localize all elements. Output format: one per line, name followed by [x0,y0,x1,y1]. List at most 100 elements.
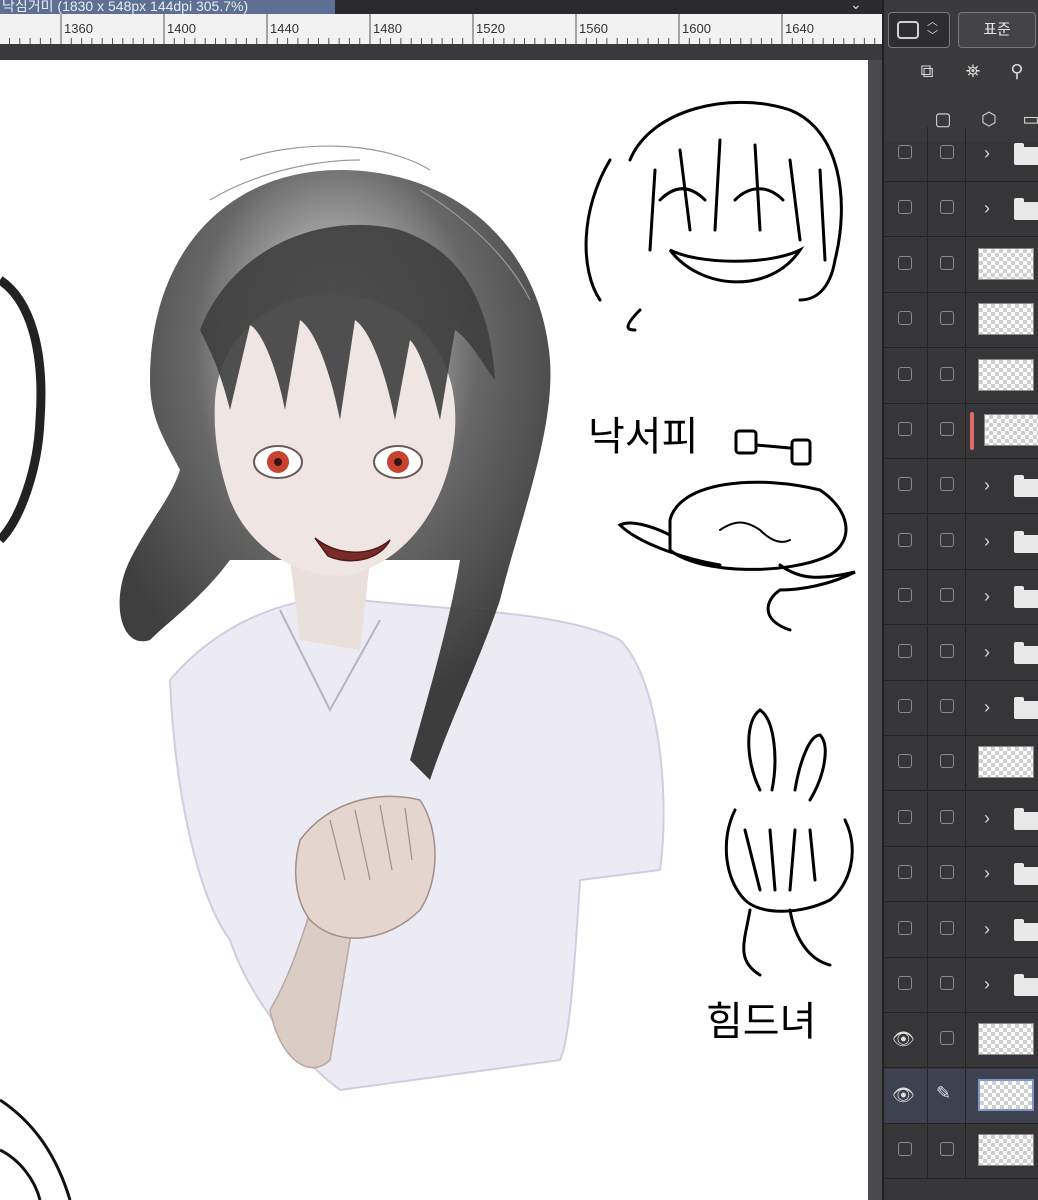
layer-visibility-toggle[interactable] [884,514,928,570]
layer-lock-toggle[interactable] [928,847,966,903]
layer-visibility-toggle[interactable] [884,182,928,238]
blend-mode-button[interactable]: 표준 [958,12,1036,48]
layer-lock-toggle[interactable] [928,127,966,182]
visibility-checkbox [898,809,912,824]
chevron-right-icon[interactable]: › [984,198,990,219]
layer-row[interactable]: 👁 ✎ [884,1068,1038,1124]
layer-row[interactable]: › [884,570,1038,626]
layer-lock-toggle[interactable] [928,348,966,404]
folder-icon [1014,807,1038,830]
layer-lock-toggle[interactable] [928,958,966,1013]
layer-thumbnail[interactable] [978,358,1034,391]
layer-row[interactable] [884,404,1038,459]
layer-thumbnail[interactable] [978,247,1034,280]
layer-visibility-toggle[interactable] [884,847,928,903]
updown-arrows-icon[interactable]: ︿ ﹀ [927,15,938,43]
layer-thumbnail[interactable] [978,1134,1034,1167]
layer-lock-toggle[interactable] [928,681,966,736]
layer-visibility-toggle[interactable] [884,681,928,736]
layer-row[interactable]: › [884,681,1038,736]
layer-visibility-toggle[interactable] [884,127,928,182]
canvas-top-margin [0,44,882,60]
visibility-checkbox [898,865,912,880]
layer-lock-toggle[interactable] [928,237,966,293]
layer-visibility-toggle[interactable] [884,1124,928,1180]
chevron-right-icon[interactable]: › [984,531,990,552]
layer-lock-toggle[interactable] [928,293,966,349]
layer-row[interactable]: › [884,791,1038,847]
lock-checkbox [940,366,954,381]
layer-lock-toggle[interactable] [928,625,966,681]
blend-mode-stepper[interactable]: ︿ ﹀ [888,12,950,48]
layer-lock-toggle[interactable] [928,736,966,792]
layer-row[interactable] [884,1124,1038,1180]
layer-row[interactable] [884,348,1038,404]
chevron-right-icon[interactable]: › [984,475,990,496]
layer-lock-toggle[interactable] [928,1124,966,1180]
layer-row[interactable]: 👁 [884,1013,1038,1069]
chevron-down-icon[interactable]: ⌄ [850,0,862,13]
layer-visibility-toggle[interactable] [884,237,928,293]
drawing-canvas[interactable]: 낙서피 힘드녀 [0,60,868,1200]
layer-visibility-toggle[interactable] [884,570,928,626]
layer-visibility-toggle[interactable] [884,736,928,792]
layer-row[interactable]: › [884,182,1038,238]
lock-checkbox [940,976,954,990]
partial-stroke-left [0,276,46,544]
layer-visibility-toggle[interactable] [884,293,928,349]
layer-row[interactable] [884,736,1038,792]
layer-lock-toggle[interactable] [928,902,966,958]
layer-lock-toggle[interactable] [928,514,966,570]
mask-icon[interactable]: ⚲ [1004,58,1030,84]
layer-thumbnail[interactable] [978,303,1034,336]
lock-checkbox [940,1031,954,1046]
layer-visibility-toggle[interactable] [884,791,928,847]
layer-thumbnail[interactable] [978,1078,1034,1111]
folder-icon [1014,530,1038,553]
chevron-right-icon[interactable]: › [984,586,990,607]
layer-row[interactable]: › [884,902,1038,958]
chevron-right-icon[interactable]: › [984,697,990,718]
layer-thumbnail[interactable] [978,746,1034,779]
chevron-right-icon[interactable]: › [984,863,990,884]
chevron-right-icon[interactable]: › [984,974,990,995]
layer-lock-toggle[interactable]: ✎ [928,1068,966,1124]
chevron-right-icon[interactable]: › [984,642,990,663]
layer-row[interactable]: › [884,459,1038,515]
visibility-checkbox [898,311,912,326]
layer-thumbnail[interactable] [978,1023,1034,1056]
chevron-right-icon[interactable]: › [984,919,990,940]
lighthouse-icon[interactable]: ⛯ [960,58,986,84]
layer-lock-toggle[interactable] [928,1013,966,1069]
layer-visibility-toggle[interactable]: 👁 [884,1068,928,1124]
ruler-label: 1640 [785,21,814,36]
layer-row[interactable]: › [884,958,1038,1013]
layer-row[interactable] [884,293,1038,349]
layer-row[interactable] [884,237,1038,293]
layer-row[interactable]: › [884,514,1038,570]
layer-visibility-toggle[interactable]: 👁 [884,1013,928,1069]
layer-visibility-toggle[interactable] [884,902,928,958]
girl-illustration [119,145,665,1092]
vertical-scrollbar[interactable] [868,60,882,1200]
layer-visibility-toggle[interactable] [884,459,928,515]
reference-layer-icon[interactable]: ⧉ [914,58,940,84]
document-tab[interactable]: 낙심거미 (1830 x 548px 144dpi 305.7%) [0,0,335,14]
layer-visibility-toggle[interactable] [884,348,928,404]
layer-visibility-toggle[interactable] [884,625,928,681]
layer-thumbnail[interactable] [984,414,1038,446]
layer-row[interactable]: › [884,625,1038,681]
layer-row[interactable]: › [884,127,1038,182]
layer-lock-toggle[interactable] [928,570,966,626]
layer-lock-toggle[interactable] [928,791,966,847]
layer-visibility-toggle[interactable] [884,958,928,1013]
layer-lock-toggle[interactable] [928,404,966,459]
lock-checkbox [940,422,954,436]
chevron-right-icon[interactable]: › [984,808,990,829]
chevron-right-icon[interactable]: › [984,143,990,164]
layer-lock-toggle[interactable] [928,459,966,515]
lock-checkbox [940,754,954,769]
layer-row[interactable]: › [884,847,1038,903]
layer-visibility-toggle[interactable] [884,404,928,459]
layer-lock-toggle[interactable] [928,182,966,238]
